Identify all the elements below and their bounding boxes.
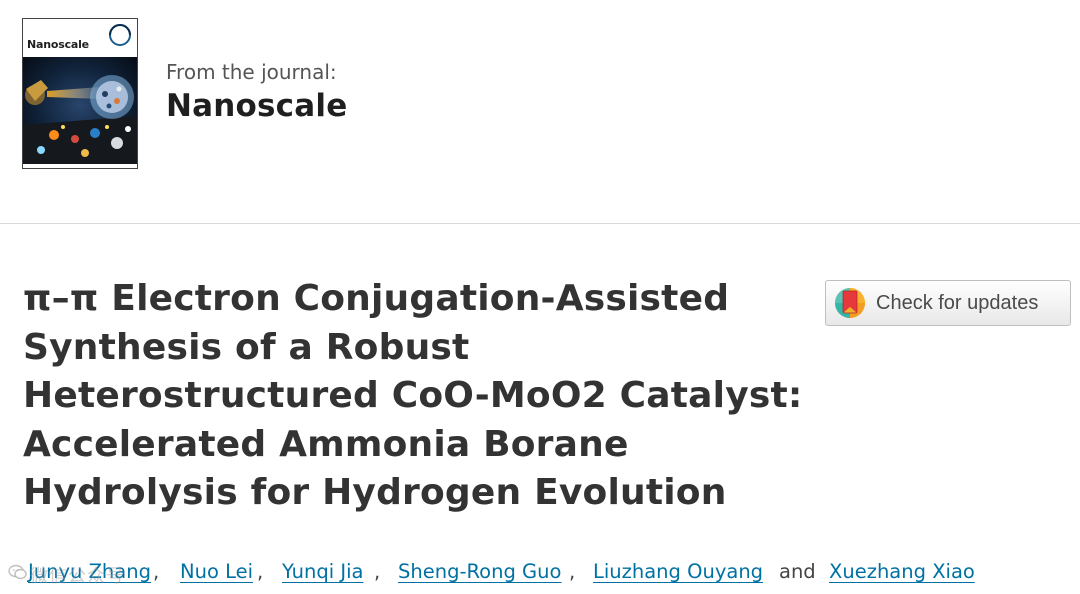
author-link[interactable]: Yunqi Jia xyxy=(282,558,364,586)
author-link[interactable]: Liuzhang Ouyang xyxy=(593,558,763,586)
journal-cover[interactable]: Nanoscale xyxy=(22,18,138,169)
cover-illustration xyxy=(23,57,137,164)
author-separator: , xyxy=(374,560,381,583)
author-link[interactable]: Sheng-Rong Guo xyxy=(398,558,561,586)
journal-name[interactable]: Nanoscale xyxy=(166,88,347,124)
author-separator: , xyxy=(257,560,264,583)
author-separator: , xyxy=(153,560,160,583)
watermark-text: 微信公众号 xyxy=(30,566,125,587)
article-title-line: Accelerated Ammonia Borane xyxy=(23,423,629,465)
article-title-line: Heterostructured CoO-MoO2 Catalyst: xyxy=(23,375,803,416)
author-separator: , xyxy=(569,560,576,583)
article-title-line: Hydrolysis for Hydrogen Evolution xyxy=(23,472,727,513)
author-list: Junyu Zhang , Nuo Lei , Yunqi Jia , Shen… xyxy=(0,558,1080,592)
journal-source-label: From the journal: xyxy=(166,60,337,84)
crossmark-icon xyxy=(835,288,865,318)
check-for-updates-button[interactable]: Check for updates xyxy=(825,280,1071,326)
article-title: π–π Electron Conjugation-Assisted Synthe… xyxy=(23,275,813,518)
wechat-icon xyxy=(8,564,27,580)
article-title-line: π–π Electron Conjugation-Assisted xyxy=(23,278,730,319)
journal-header: Nanoscale From the journal: Nanoscale xyxy=(0,0,1080,224)
author-conjunction: and xyxy=(779,560,816,583)
author-link[interactable]: Xuezhang Xiao xyxy=(829,558,975,586)
article-title-line: Synthesis of a Robust xyxy=(23,326,470,368)
article-page: Nanoscale From the journal: Nanoscale π–… xyxy=(0,0,1080,594)
check-for-updates-label: Check for updates xyxy=(876,291,1039,314)
wechat-watermark: 微信公众号 xyxy=(2,556,152,590)
cover-ring-icon xyxy=(109,24,131,46)
cover-title: Nanoscale xyxy=(27,38,89,51)
author-link[interactable]: Nuo Lei xyxy=(180,558,253,586)
